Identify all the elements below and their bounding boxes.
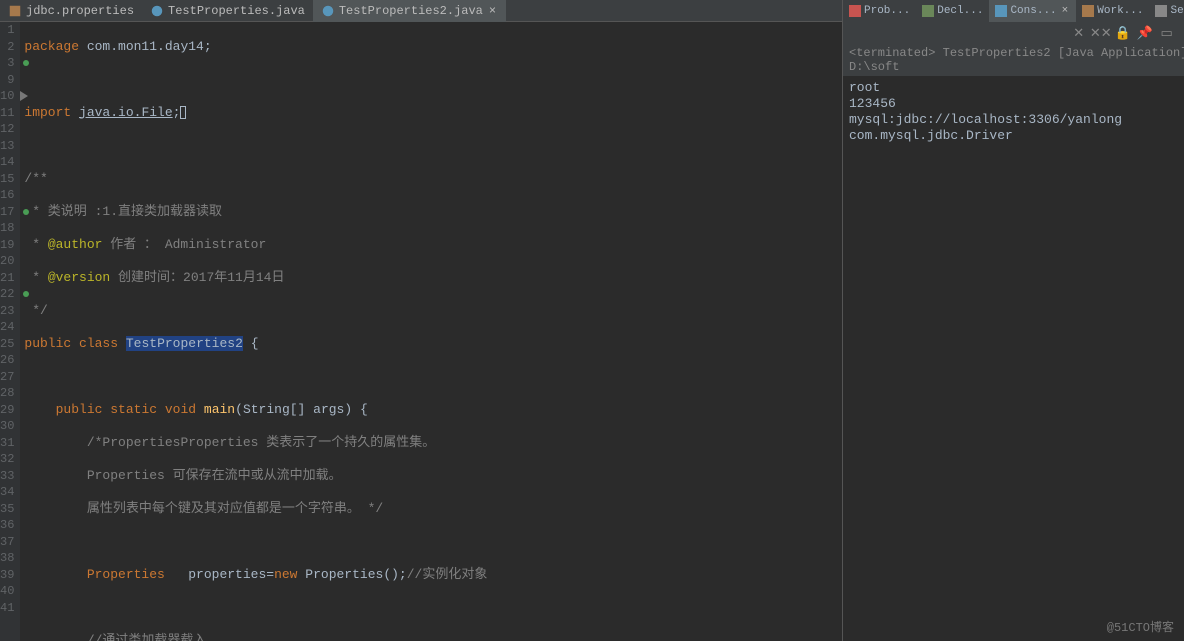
editor-pane: jdbc.properties TestProperties.java Test… — [0, 0, 843, 641]
tab-console[interactable]: Cons... × — [989, 0, 1076, 22]
console-status: <terminated> TestProperties2 [Java Appli… — [843, 44, 1184, 76]
ide-root: jdbc.properties TestProperties.java Test… — [0, 0, 1184, 641]
tab-testproperties2[interactable]: TestProperties2.java × — [313, 0, 506, 22]
right-pane: Prob... Decl... Cons... × Work... Serv...… — [843, 0, 1184, 641]
tab-label: jdbc.properties — [26, 4, 134, 18]
tab-label: Serv... — [1170, 5, 1184, 17]
clear-icon[interactable]: ✕ — [1071, 25, 1087, 41]
scroll-lock-icon[interactable]: 🔒 — [1115, 25, 1131, 41]
code-content[interactable]: package com.mon11.day14; import java.io.… — [20, 22, 842, 641]
console-icon — [995, 5, 1007, 17]
tab-label: Cons... — [1010, 5, 1056, 17]
tab-workspace[interactable]: Work... — [1076, 0, 1149, 22]
java-icon — [321, 4, 335, 18]
editor-tab-bar: jdbc.properties TestProperties.java Test… — [0, 0, 842, 22]
line-gutter: 1239101112131415161718192021222324252627… — [0, 22, 20, 641]
remove-all-icon[interactable]: ✕✕ — [1093, 25, 1109, 41]
decl-icon — [922, 5, 934, 17]
console-output[interactable]: root123456mysql:jdbc://localhost:3306/ya… — [843, 76, 1184, 641]
close-icon[interactable]: × — [487, 4, 498, 18]
close-icon[interactable]: × — [1060, 5, 1071, 17]
warning-icon — [849, 5, 861, 17]
display-icon[interactable]: ▭ — [1159, 25, 1175, 41]
tab-label: Decl... — [937, 5, 983, 17]
right-tab-bar: Prob... Decl... Cons... × Work... Serv... — [843, 0, 1184, 22]
file-icon — [8, 4, 22, 18]
tab-declaration[interactable]: Decl... — [916, 0, 989, 22]
tab-jdbc-properties[interactable]: jdbc.properties — [0, 0, 142, 22]
tab-label: TestProperties.java — [168, 4, 305, 18]
tab-label: TestProperties2.java — [339, 4, 483, 18]
pin-icon[interactable]: 📌 — [1137, 25, 1153, 41]
java-icon — [150, 4, 164, 18]
watermark: @51CTO博客 — [1107, 618, 1174, 635]
code-area[interactable]: 1239101112131415161718192021222324252627… — [0, 22, 842, 641]
tab-testproperties[interactable]: TestProperties.java — [142, 0, 313, 22]
tab-problems[interactable]: Prob... — [843, 0, 916, 22]
work-icon — [1082, 5, 1094, 17]
tab-servers[interactable]: Serv... — [1149, 0, 1184, 22]
console-toolbar: ✕ ✕✕ 🔒 📌 ▭ — ▢ — [843, 22, 1184, 44]
server-icon — [1155, 5, 1167, 17]
tab-label: Work... — [1097, 5, 1143, 17]
tab-label: Prob... — [864, 5, 910, 17]
